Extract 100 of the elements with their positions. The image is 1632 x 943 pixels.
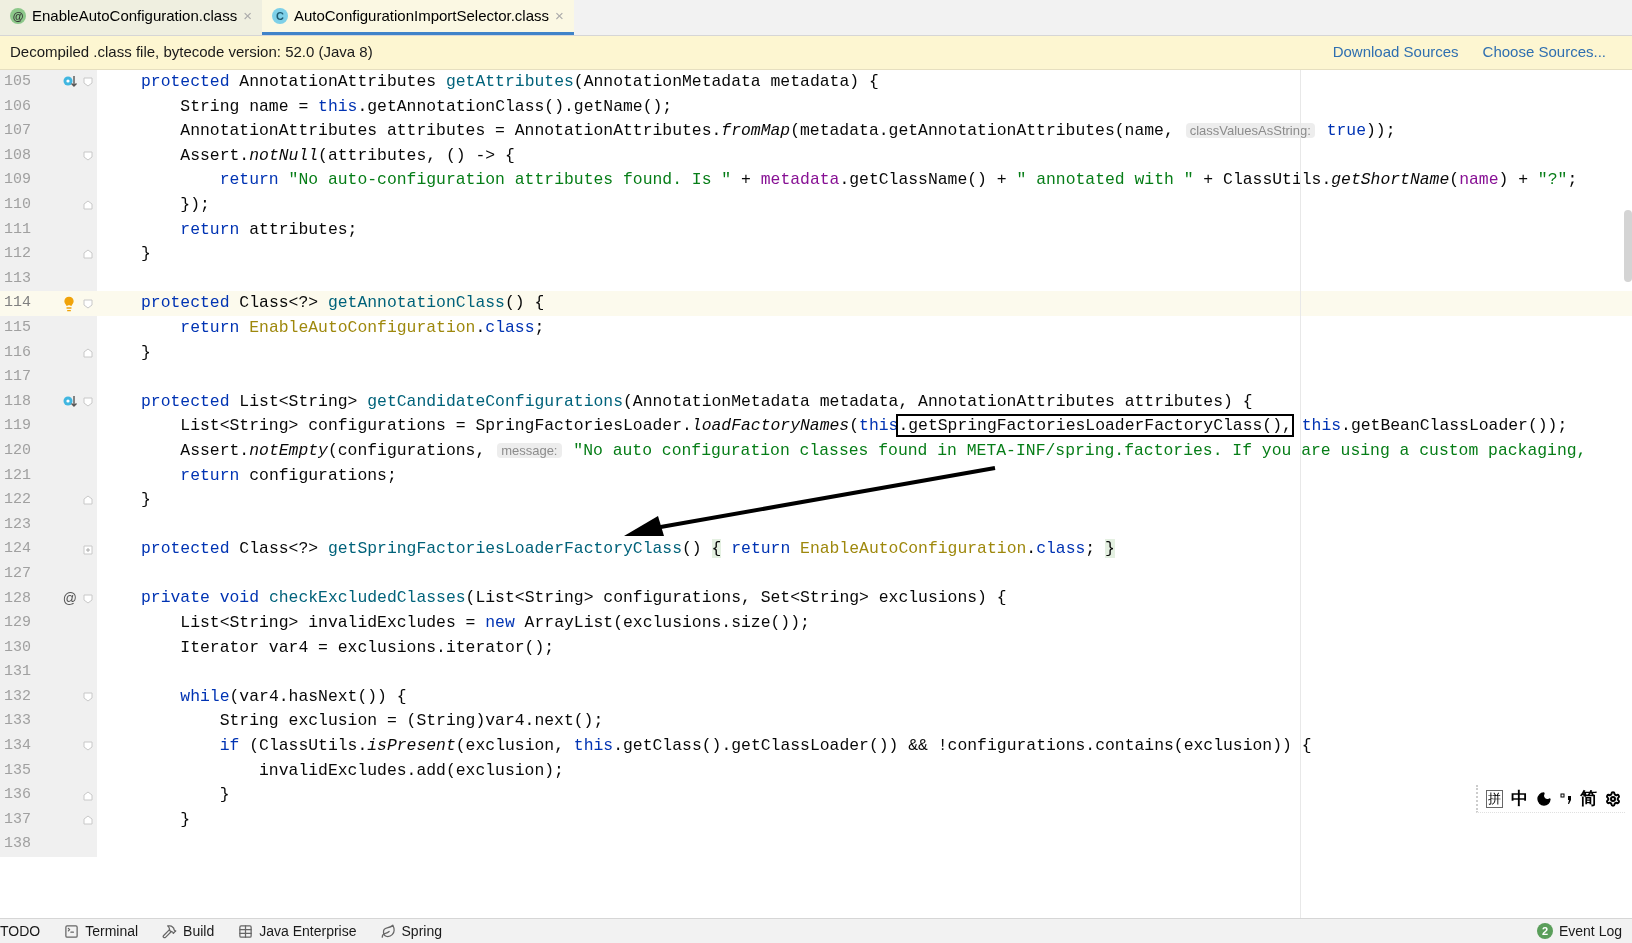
fold-marker-icon[interactable]	[82, 740, 94, 753]
code-line: protected List<String> getCandidateConfigurations(AnnotationMetadata metadata, AnnotationAttributes attributes) {	[141, 390, 1253, 413]
banner-link[interactable]: Download Sources	[1332, 41, 1459, 64]
punctuation-icon[interactable]	[1560, 790, 1572, 807]
tool-window-button[interactable]: TODO	[0, 920, 53, 942]
fold-marker-icon[interactable]	[82, 76, 94, 89]
tool-window-button[interactable]: Build	[150, 920, 227, 942]
fold-marker-icon[interactable]	[82, 150, 94, 163]
code-line: invalidExcludes.add(exclusion);	[258, 759, 564, 782]
code-line: Iterator var4 = exclusions.iterator();	[179, 636, 555, 659]
hammer-icon	[162, 923, 178, 939]
line-number: 120	[3, 440, 31, 461]
notification-count: 2	[1536, 923, 1553, 939]
annotation-file-icon: @	[10, 8, 26, 24]
line-number: 118	[3, 391, 31, 412]
code-line: return attributes;	[179, 218, 358, 241]
ime-mode-toggle[interactable]: 简	[1580, 785, 1597, 812]
leaf-icon	[380, 923, 396, 939]
code-line: }	[141, 243, 151, 266]
line-number: 133	[3, 711, 31, 732]
fold-marker-icon[interactable]	[82, 592, 94, 605]
banner-link[interactable]: Choose Sources...	[1482, 41, 1606, 64]
line-number: 111	[3, 219, 31, 240]
line-number: 109	[3, 170, 31, 191]
tab-label: AutoConfigurationImportSelector.class	[293, 5, 550, 26]
fold-marker-icon[interactable]	[82, 789, 94, 802]
line-number: 137	[3, 809, 31, 830]
code-line: Assert.notEmpty(configurations, message: "No auto configuration classes found in META-INF/spring.factories. If you are using a custom packaging,	[179, 439, 1587, 462]
code-line: String name = this.getAnnotationClass().getName();	[179, 95, 673, 118]
code-line: }	[179, 808, 191, 831]
fold-marker-icon[interactable]	[82, 297, 94, 310]
line-number: 115	[3, 318, 31, 338]
fold-marker-icon[interactable]	[82, 199, 94, 212]
line-number: 135	[3, 760, 31, 781]
line-number: 131	[3, 662, 31, 683]
fold-marker-icon[interactable]	[82, 691, 94, 704]
editor-tab[interactable]: @ EnableAutoConfiguration.class ×	[0, 0, 262, 35]
class-file-icon: C	[271, 8, 288, 24]
line-number: 107	[3, 121, 31, 142]
line-number: 110	[3, 195, 31, 215]
code-line: protected Class<?> getSpringFactoriesLoaderFactoryClass() { return EnableAutoConfiguration.class; }	[141, 538, 1115, 561]
code-line: private void checkExcludedClasses(List<String> configurations, Set<String> exclusions) {	[141, 587, 1007, 610]
line-number: 113	[3, 268, 31, 289]
code-line: }	[141, 341, 151, 364]
code-line: while(var4.hasNext()) {	[179, 685, 407, 708]
code-line: protected Class<?> getAnnotationClass() {	[141, 292, 545, 315]
code-line: if (ClassUtils.isPresent(exclusion, this.getClass().getClassLoader()) && !configurations.contains(exclusion)) {	[218, 735, 1312, 758]
editor-tab[interactable]: C AutoConfigurationImportSelector.class ×	[261, 0, 574, 35]
line-number: 129	[3, 613, 31, 634]
line-number: 123	[3, 514, 31, 535]
code-line: List<String> configurations = SpringFactoriesLoader.loadFactoryNames(this.getSpringFactoriesLoaderFactoryClass(), this.getBeanClassLoader());	[179, 415, 1568, 438]
line-number: 116	[3, 342, 31, 363]
line-number: 122	[3, 490, 31, 511]
fold-marker-icon[interactable]	[82, 494, 94, 507]
code-line: protected AnnotationAttributes getAttributes(AnnotationMetadata metadata) {	[141, 71, 879, 93]
tab-label: EnableAutoConfiguration.class	[32, 5, 238, 26]
code-line: Assert.notNull(attributes, () -> {	[179, 144, 515, 167]
event-log-button[interactable]: 2 Event Log	[1536, 920, 1632, 942]
fold-marker-icon[interactable]	[82, 248, 94, 261]
line-number: 138	[3, 834, 31, 855]
code-line: AnnotationAttributes attributes = AnnotationAttributes.fromMap(metadata.getAnnotationAttributes(name, classValuesAsString: true));	[179, 120, 1396, 143]
line-number: 121	[3, 465, 31, 486]
line-number: 112	[3, 244, 31, 265]
line-number: 134	[3, 736, 31, 757]
gutter-marker[interactable]: @	[62, 588, 77, 610]
code-line: String exclusion = (String)var4.next();	[218, 710, 604, 733]
line-number: 136	[3, 785, 31, 806]
code-line: return configurations;	[179, 464, 397, 487]
fold-marker-icon[interactable]	[82, 346, 94, 359]
code-line: });	[179, 193, 210, 216]
line-number: 124	[3, 539, 31, 560]
tool-window-button[interactable]: Java Enterprise	[226, 920, 369, 942]
line-number: 108	[3, 145, 31, 166]
override-marker-icon[interactable]	[63, 395, 77, 409]
scrollbar-thumb[interactable]	[1624, 210, 1632, 282]
tool-window-button[interactable]: Terminal	[52, 920, 151, 942]
line-number: 132	[3, 686, 31, 707]
line-number: 130	[3, 637, 31, 658]
line-number: 128	[3, 588, 31, 609]
line-number: 106	[3, 96, 31, 117]
tool-window-button[interactable]: Spring	[368, 920, 454, 942]
code-line: }	[141, 489, 151, 512]
line-number: 105	[3, 72, 31, 93]
moon-icon[interactable]	[1536, 790, 1552, 807]
code-line: return EnableAutoConfiguration.class;	[179, 316, 545, 339]
code-line: List<String> invalidExcludes = new ArrayList(exclusions.size());	[179, 612, 810, 635]
ime-mode-toggle[interactable]: 拼	[1486, 789, 1503, 808]
code-line: }	[218, 784, 230, 807]
line-number: 117	[3, 367, 31, 388]
banner-message: Decompiled .class file, bytecode version: 52.0 (Java 8)	[10, 42, 373, 63]
line-number: 119	[3, 416, 31, 437]
ime-mode-toggle[interactable]: 中	[1511, 785, 1528, 812]
code-line: return "No auto-configuration attributes found. Is " + metadata.getClassName() + " annotated with " + ClassUtils.getShortName(name) + "?";	[218, 169, 1578, 192]
line-number: 127	[3, 563, 31, 584]
fold-marker-icon[interactable]	[82, 396, 94, 408]
settings-icon[interactable]	[1605, 790, 1621, 807]
fold-marker-icon[interactable]	[82, 543, 94, 556]
terminal-icon	[64, 923, 80, 939]
lightbulb-icon[interactable]	[61, 295, 77, 312]
fold-marker-icon[interactable]	[82, 814, 94, 827]
